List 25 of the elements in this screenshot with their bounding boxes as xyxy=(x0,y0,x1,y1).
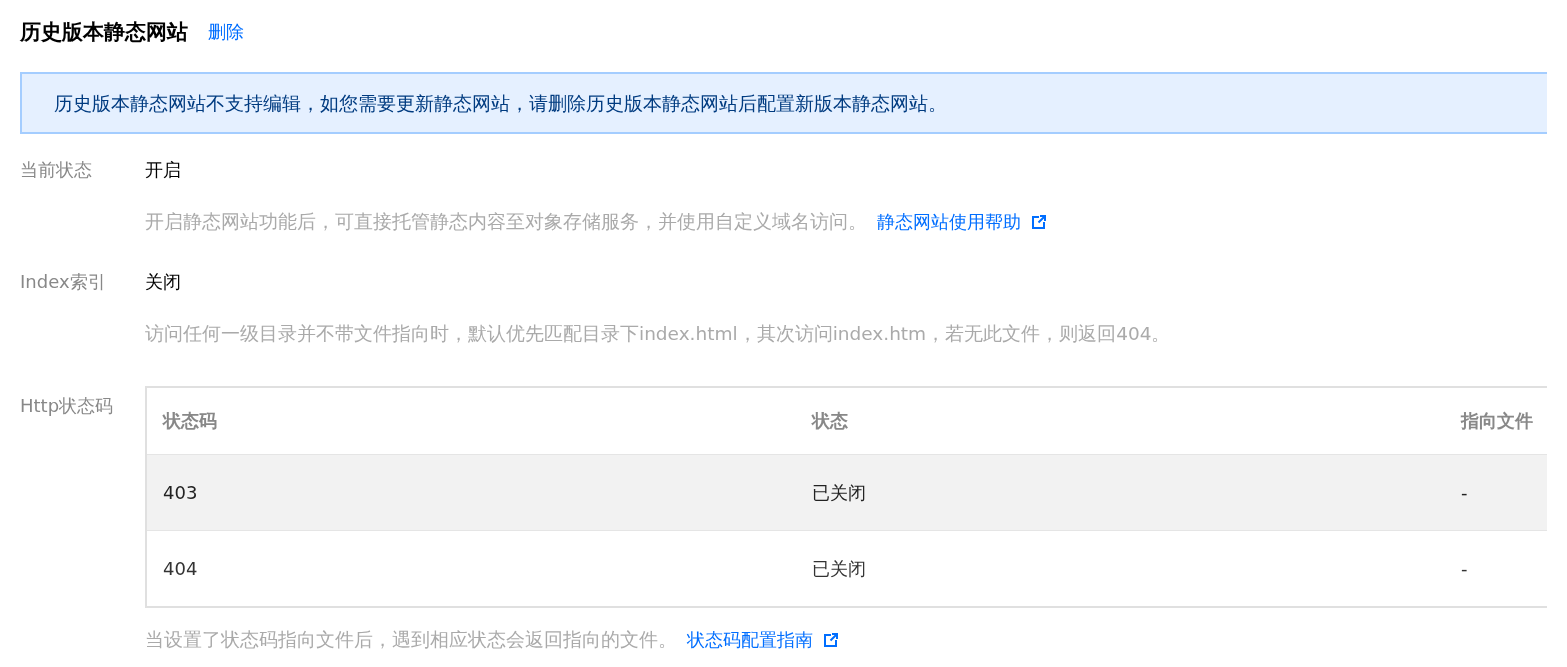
table-cell-text: - xyxy=(1460,482,1469,503)
external-link-icon xyxy=(1031,214,1047,230)
field-label: Http状态码 xyxy=(20,394,115,418)
table-cell-text: - xyxy=(1460,558,1469,579)
table-cell-text: 404 xyxy=(162,558,199,579)
external-link-icon xyxy=(823,632,839,648)
notice-banner: 历史版本静态网站不支持编辑，如您需要更新静态网站，请删除历史版本静态网站后配置新版本静态网站。 xyxy=(20,72,1547,134)
table-cell-text: 已关闭 xyxy=(811,480,867,505)
help-text: 开启静态网站功能后，可直接托管静态内容至对象存储服务，并使用自定义域名访问。 xyxy=(145,210,867,234)
column-header: 状态 xyxy=(810,409,849,433)
field-value: 关闭 xyxy=(145,270,182,294)
table-cell-text: 403 xyxy=(162,482,199,503)
field-value: 开启 xyxy=(145,158,182,182)
field-label: 当前状态 xyxy=(20,158,93,182)
delete-link[interactable]: 删除 xyxy=(208,20,244,44)
help-link[interactable]: 静态网站使用帮助 xyxy=(877,208,1021,236)
table-row[interactable]: 403 已关闭 - xyxy=(147,454,1547,530)
help-text: 访问任何一级目录并不带文件指向时，默认优先匹配目录下index.html，其次访问index.htm，若无此文件，则返回404。 xyxy=(145,322,1171,346)
table-cell-text: 已关闭 xyxy=(811,556,867,581)
section-title: 历史版本静态网站 xyxy=(20,19,188,46)
field-label: Index索引 xyxy=(20,270,107,294)
help-link[interactable]: 状态码配置指南 xyxy=(687,626,813,654)
column-header: 状态码 xyxy=(161,409,218,433)
column-header: 指向文件 xyxy=(1459,409,1534,433)
help-text: 当设置了状态码指向文件后，遇到相应状态会返回指向的文件。 xyxy=(145,628,677,652)
